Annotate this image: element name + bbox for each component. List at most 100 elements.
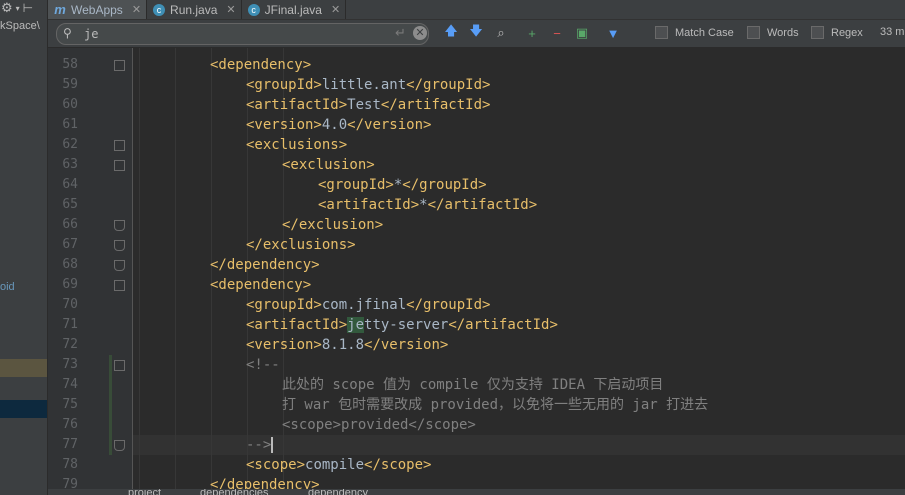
line-number: 65 bbox=[62, 197, 78, 212]
fold-marker-icon[interactable] bbox=[114, 220, 125, 231]
code-line[interactable]: <groupId>com.jfinal</groupId> bbox=[246, 295, 490, 315]
tab-run-java[interactable]: c Run.java ✕ bbox=[147, 0, 242, 19]
option-regex[interactable]: Regex bbox=[811, 26, 863, 39]
xml-comment: <!-- bbox=[246, 357, 280, 373]
xml-text: com.jfinal bbox=[321, 297, 407, 313]
add-occurrence-icon[interactable]: + bbox=[523, 24, 541, 42]
checkbox[interactable] bbox=[747, 26, 760, 39]
code-line[interactable]: <scope>provided</scope> bbox=[282, 415, 476, 435]
dropdown-arrow-icon[interactable]: ▾ bbox=[16, 4, 20, 13]
fold-marker-icon[interactable] bbox=[114, 440, 125, 451]
xml-tag: </version> bbox=[364, 337, 449, 353]
xml-text: little.ant bbox=[321, 77, 407, 93]
code-editor[interactable]: 58 59 60 61 62 63 64 65 66 67 68 69 70 71 72 73 74 75 76 77… bbox=[48, 48, 905, 489]
xml-comment: 打 war 包时需要改成 provided，以免将一些无用的 jar 打进去 bbox=[282, 397, 709, 413]
next-occurrence-icon[interactable]: 🡇 bbox=[467, 23, 485, 42]
option-match-case[interactable]: Match Case bbox=[655, 26, 734, 39]
filter-icon[interactable]: ▼ bbox=[604, 24, 622, 42]
code-line[interactable]: <scope>compile</scope> bbox=[246, 455, 431, 475]
line-number: 72 bbox=[62, 337, 78, 352]
xml-comment: --> bbox=[246, 437, 272, 453]
xml-tag: <scope> bbox=[246, 457, 306, 473]
previous-occurrence-icon[interactable]: 🡅 bbox=[442, 23, 460, 42]
breadcrumb-item[interactable]: dependencies bbox=[200, 489, 269, 495]
code-line[interactable]: <artifactId>*</artifactId> bbox=[318, 195, 537, 215]
select-all-occurrences-icon[interactable]: ▣ bbox=[573, 24, 591, 42]
fold-marker-icon[interactable] bbox=[114, 60, 125, 71]
search-box[interactable]: ⚲ ↵ ✕ bbox=[56, 23, 429, 45]
code-line[interactable]: </dependency> bbox=[210, 475, 320, 489]
option-label: Regex bbox=[831, 26, 863, 39]
xml-text: compile bbox=[305, 457, 365, 473]
code-line[interactable]: <!-- bbox=[246, 355, 280, 375]
fold-marker-icon[interactable] bbox=[114, 140, 125, 151]
code-line[interactable]: <version>8.1.8</version> bbox=[246, 335, 448, 355]
code-area[interactable]: <dependency> <groupId>little.ant</groupId… bbox=[133, 48, 905, 489]
fold-marker-icon[interactable] bbox=[114, 260, 125, 271]
checkbox[interactable] bbox=[655, 26, 668, 39]
code-line[interactable]: <artifactId>jetty-server</artifactId> bbox=[246, 315, 558, 335]
code-line[interactable]: <groupId>little.ant</groupId> bbox=[246, 75, 490, 95]
code-line[interactable]: <exclusion> bbox=[282, 155, 375, 175]
option-label: Words bbox=[767, 26, 799, 39]
line-number: 60 bbox=[62, 97, 78, 112]
xml-comment: <scope>provided</scope> bbox=[282, 417, 476, 433]
xml-tag: <artifactId> bbox=[246, 317, 348, 333]
code-line[interactable]: </exclusions> bbox=[246, 235, 356, 255]
code-line[interactable]: <dependency> bbox=[210, 275, 311, 295]
line-number: 61 bbox=[62, 117, 78, 132]
code-line[interactable]: 打 war 包时需要改成 provided，以免将一些无用的 jar 打进去 bbox=[282, 395, 708, 415]
fold-marker-icon[interactable] bbox=[114, 280, 125, 291]
xml-tag: <groupId> bbox=[318, 177, 394, 193]
close-tab-icon[interactable]: ✕ bbox=[331, 3, 340, 16]
code-line[interactable]: </exclusion> bbox=[282, 215, 383, 235]
line-number: 71 bbox=[62, 317, 78, 332]
close-tab-icon[interactable]: ✕ bbox=[132, 3, 141, 16]
xml-tag: <groupId> bbox=[246, 77, 322, 93]
xml-tag: </artifactId> bbox=[448, 317, 558, 333]
xml-text: Test bbox=[347, 97, 381, 113]
breadcrumb-item[interactable]: project bbox=[128, 489, 161, 495]
fold-marker-icon[interactable] bbox=[114, 360, 125, 371]
sidebar-selected-row[interactable] bbox=[0, 400, 47, 418]
search-icon[interactable]: ⚲ bbox=[63, 26, 72, 40]
breadcrumb-item[interactable]: dependency bbox=[308, 489, 368, 495]
find-all-icon[interactable]: ⌕ bbox=[492, 24, 510, 42]
code-line[interactable]: <artifactId>Test</artifactId> bbox=[246, 95, 490, 115]
code-line[interactable]: <dependency> bbox=[210, 55, 311, 75]
search-match: je bbox=[347, 317, 365, 333]
tab-label: Run.java bbox=[170, 2, 218, 17]
unselect-occurrence-icon[interactable]: − bbox=[548, 24, 566, 42]
xml-tag: <exclusions> bbox=[246, 137, 348, 153]
line-number: 66 bbox=[62, 217, 78, 232]
code-line[interactable]: 此处的 scope 值为 compile 仅为支持 IDEA 下启动项目 bbox=[282, 375, 663, 395]
tab-jfinal-java[interactable]: c JFinal.java ✕ bbox=[242, 0, 347, 19]
code-line[interactable]: <exclusions> bbox=[246, 135, 347, 155]
code-line[interactable]: <version>4.0</version> bbox=[246, 115, 431, 135]
editor-tab-bar: m WebApps ✕ c Run.java ✕ c JFinal.java ✕ bbox=[48, 0, 905, 20]
fold-marker-icon[interactable] bbox=[114, 160, 125, 171]
sidebar-highlighted-row[interactable] bbox=[0, 359, 47, 377]
xml-tag: <artifactId> bbox=[318, 197, 420, 213]
option-words[interactable]: Words bbox=[747, 26, 799, 39]
xml-tag: </artifactId> bbox=[427, 197, 538, 213]
xml-tag: </version> bbox=[347, 117, 432, 133]
checkbox[interactable] bbox=[811, 26, 824, 39]
close-tab-icon[interactable]: ✕ bbox=[226, 3, 235, 16]
line-number: 74 bbox=[62, 377, 78, 392]
change-marker bbox=[109, 395, 112, 415]
search-input[interactable] bbox=[84, 26, 384, 42]
fold-marker-icon[interactable] bbox=[114, 240, 125, 251]
new-line-icon[interactable]: ↵ bbox=[395, 25, 406, 41]
code-line[interactable]: --> bbox=[246, 435, 274, 455]
code-line[interactable]: <groupId>*</groupId> bbox=[318, 175, 487, 195]
xml-tag: </scope> bbox=[364, 457, 432, 473]
collapse-icon[interactable]: ⊢ bbox=[23, 1, 33, 15]
xml-text: tty-server bbox=[364, 317, 449, 333]
gear-icon[interactable]: ⚙ bbox=[1, 0, 13, 16]
xml-tag: <version> bbox=[246, 337, 322, 353]
tab-webapps[interactable]: m WebApps ✕ bbox=[48, 0, 148, 19]
xml-tag: <dependency> bbox=[210, 277, 312, 293]
code-line[interactable]: </dependency> bbox=[210, 255, 320, 275]
clear-search-icon[interactable]: ✕ bbox=[413, 26, 427, 40]
